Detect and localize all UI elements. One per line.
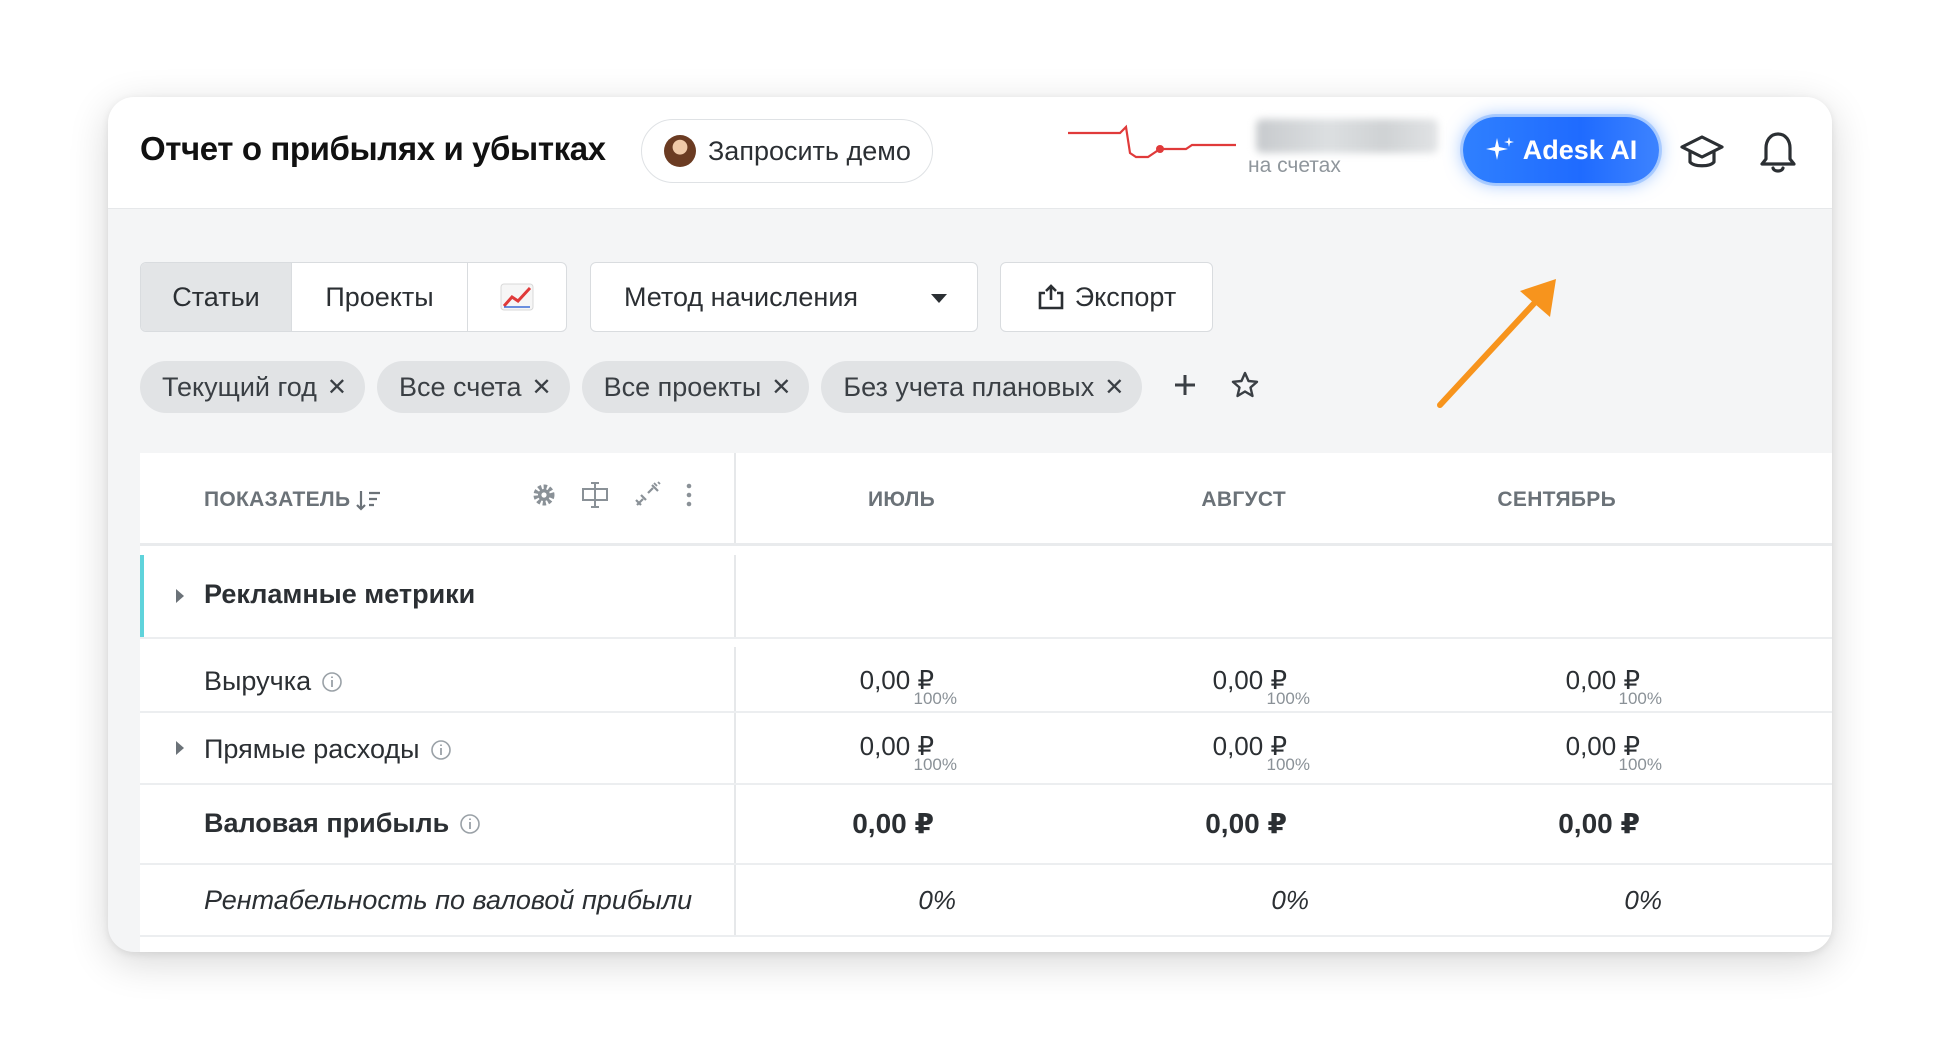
value-cell: 0% — [918, 885, 956, 915]
row-label-cell: Рентабельность по валовой прибыли — [140, 865, 736, 935]
export-icon — [1038, 284, 1064, 310]
plus-icon[interactable] — [1171, 371, 1199, 399]
table-row[interactable]: Прямые расходы 0,00 ₽ 100% 0,00 ₽ 100% 0… — [140, 713, 1832, 785]
filter-chips: Текущий год ✕ Все счета ✕ Все проекты ✕ … — [140, 361, 1143, 413]
more-vertical-icon[interactable] — [684, 481, 694, 509]
close-icon[interactable]: ✕ — [771, 373, 791, 402]
adesk-ai-button[interactable]: Adesk AI — [1463, 117, 1659, 183]
star-icon[interactable] — [1230, 370, 1260, 400]
month-header-september: СЕНТЯБРЬ — [1497, 488, 1616, 511]
request-demo-button[interactable]: Запросить демо — [641, 119, 933, 183]
top-bar: Отчет о прибылях и убытках Запросить дем… — [108, 97, 1832, 209]
expand-icon[interactable] — [176, 589, 184, 603]
table-tools — [530, 481, 694, 509]
close-icon[interactable]: ✕ — [327, 373, 347, 402]
row-label-cell: Выручка — [140, 647, 736, 711]
row-label-revenue: Выручка — [204, 666, 343, 697]
tab-articles[interactable]: Статьи — [141, 263, 292, 331]
accounting-method-value: Метод начисления — [624, 281, 859, 312]
graduation-cap-icon[interactable] — [1678, 131, 1726, 175]
percent-cell: 100% — [1618, 689, 1662, 708]
bell-icon[interactable] — [1758, 129, 1798, 175]
pnl-table: ПОКАЗАТЕЛЬ ИЮЛЬ АВГУСТ СЕНТЯБРЬ Рекламны… — [140, 453, 1832, 952]
row-label-text: Прямые расходы — [204, 734, 420, 764]
filter-chip-period[interactable]: Текущий год ✕ — [140, 361, 366, 413]
expand-icon[interactable] — [176, 741, 184, 755]
month-header-july: ИЮЛЬ — [868, 488, 935, 511]
row-label-gross-profit: Валовая прибыль — [204, 808, 481, 839]
sparkle-icon — [1485, 137, 1514, 160]
column-width-icon[interactable] — [580, 481, 610, 509]
export-button[interactable]: Экспорт — [1000, 262, 1213, 332]
filter-chip-planned[interactable]: Без учета плановых ✕ — [821, 361, 1143, 413]
percent-cell: 100% — [1266, 689, 1310, 708]
chart-icon — [500, 283, 534, 311]
accounting-method-select[interactable]: Метод начисления — [590, 262, 978, 332]
filter-chip-label: Текущий год — [162, 371, 317, 402]
group-label: Рекламные метрики — [204, 579, 476, 609]
table-header: ПОКАЗАТЕЛЬ ИЮЛЬ АВГУСТ СЕНТЯБРЬ — [140, 453, 1832, 546]
close-icon[interactable]: ✕ — [532, 373, 552, 402]
group-left-cell: Рекламные метрики — [140, 555, 736, 637]
group-accent-bar — [140, 555, 144, 637]
export-label: Экспорт — [1074, 281, 1177, 312]
indicator-header-label: ПОКАЗАТЕЛЬ — [204, 488, 351, 511]
table-row: Рентабельность по валовой прибыли 0% 0% … — [140, 865, 1832, 937]
group-row-ad-metrics[interactable]: Рекламные метрики — [140, 555, 1832, 639]
value-cell: 0% — [1624, 885, 1662, 915]
report-window: Отчет о прибылях и убытках Запросить дем… — [108, 97, 1832, 952]
row-label-cell: Валовая прибыль — [140, 785, 736, 863]
gear-icon[interactable] — [530, 481, 558, 509]
info-icon[interactable] — [321, 671, 343, 693]
request-demo-label: Запросить демо — [708, 135, 911, 166]
value-cell: 0,00 ₽ — [852, 808, 934, 839]
filter-chip-label: Все счета — [399, 371, 522, 402]
row-label-cell: Прямые расходы — [140, 713, 736, 783]
tab-projects[interactable]: Проекты — [292, 263, 468, 331]
tab-chart[interactable] — [468, 263, 566, 331]
percent-cell: 100% — [913, 755, 957, 774]
sort-icon[interactable] — [356, 488, 382, 512]
value-cell: 0,00 ₽ — [1205, 808, 1287, 839]
chevron-down-icon — [931, 294, 947, 303]
avatar — [664, 135, 696, 167]
hidden-balance — [1256, 119, 1438, 153]
info-icon[interactable] — [459, 813, 481, 835]
percent-cell: 100% — [1266, 755, 1310, 774]
info-icon[interactable] — [430, 739, 452, 761]
filter-chip-label: Без учета плановых — [843, 371, 1095, 402]
filter-chip-accounts[interactable]: Все счета ✕ — [377, 361, 570, 413]
adesk-ai-label: Adesk AI — [1522, 134, 1638, 165]
balance-sparkline — [1068, 124, 1236, 159]
value-cell: 0% — [1271, 885, 1309, 915]
filter-chip-projects[interactable]: Все проекты ✕ — [581, 361, 810, 413]
close-icon[interactable]: ✕ — [1104, 373, 1124, 402]
percent-cell: 100% — [1618, 755, 1662, 774]
filter-chip-label: Все проекты — [603, 371, 762, 402]
view-switcher: Статьи Проекты — [140, 262, 567, 332]
row-label-text: Валовая прибыль — [204, 808, 450, 838]
link-off-icon[interactable] — [632, 481, 662, 509]
percent-cell: 100% — [913, 689, 957, 708]
month-header-august: АВГУСТ — [1201, 488, 1286, 511]
value-cell: 0,00 ₽ — [1558, 808, 1640, 839]
indicator-column-header[interactable]: ПОКАЗАТЕЛЬ — [204, 488, 382, 512]
row-label-text: Выручка — [204, 666, 312, 696]
table-row: Валовая прибыль 0,00 ₽ 0,00 ₽ 0,00 ₽ — [140, 785, 1832, 865]
page-title: Отчет о прибылях и убытках — [140, 130, 606, 167]
header-left-cell: ПОКАЗАТЕЛЬ — [140, 453, 736, 543]
table-row: Выручка 0,00 ₽ 100% 0,00 ₽ 100% 0,00 ₽ 1… — [140, 647, 1832, 713]
row-label-gross-margin: Рентабельность по валовой прибыли — [204, 885, 693, 915]
row-label-direct-costs: Прямые расходы — [204, 734, 452, 765]
balance-caption: на счетах — [1248, 154, 1341, 177]
annotation-arrow — [1437, 279, 1556, 408]
